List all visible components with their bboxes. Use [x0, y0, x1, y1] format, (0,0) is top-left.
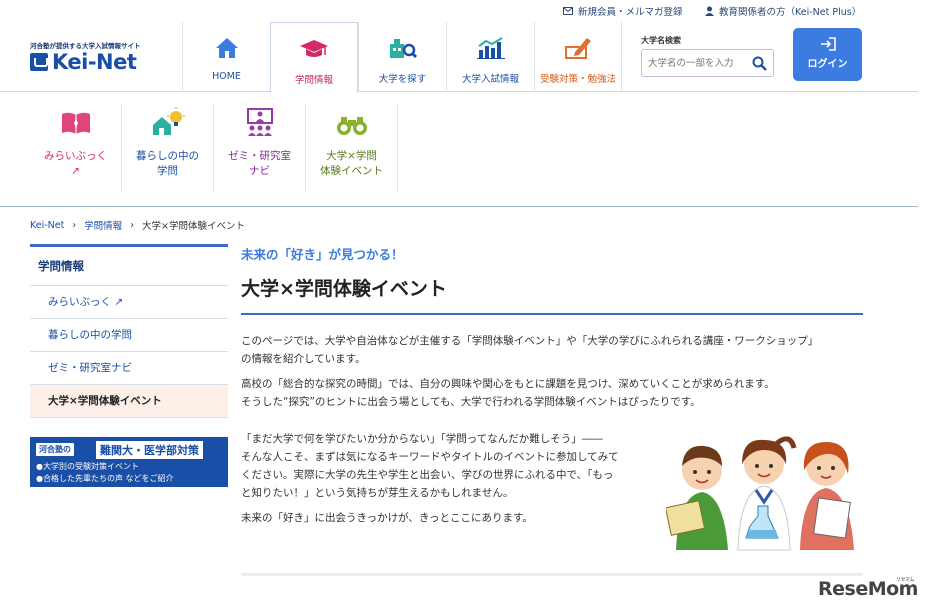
binoculars-icon — [336, 117, 367, 135]
banner-title: 難関大・医学部対策 — [96, 441, 203, 459]
seminar-icon — [246, 108, 273, 136]
banner-line2: ●合格した先輩たちの声 などをご紹介 — [36, 474, 174, 483]
subnav-seminar[interactable]: ゼミ・研究室 ナビ — [214, 103, 306, 191]
closing-paragraph: 未来の「好き」に出会うきっかけが、きっとここにあります。 — [241, 512, 533, 524]
utility-bar: 新規会員・メルマガ登録 教育関係者の方（Kei-Net Plus） — [0, 0, 927, 22]
sidebar-item-label: 暮らしの中の学問 — [48, 329, 132, 341]
chevron-right-icon: › — [130, 219, 134, 231]
subnav-seminar-line1: ゼミ・研究室 — [228, 150, 291, 162]
nav-exam-prep[interactable]: 受験対策・勉強法 — [534, 22, 622, 92]
subnav-miraibook[interactable]: みらいぶっく ↗ — [30, 103, 122, 191]
breadcrumb-current: 大学×学問体験イベント — [142, 221, 245, 232]
sidebar-item-event[interactable]: 大学×学問体験イベント — [30, 385, 228, 418]
subnav-kurashi[interactable]: 暮らしの中の 学問 — [122, 103, 214, 191]
encourage-line2: そんな人こそ、まずは気になるキーワードやタイトルのイベントに参加してみて — [241, 451, 619, 463]
sidebar-item-kurashi[interactable]: 暮らしの中の学問 — [30, 319, 228, 352]
breadcrumb-gakumon[interactable]: 学問情報 — [84, 218, 122, 232]
mortarboard-icon — [300, 40, 328, 57]
nav-find-university-label: 大学を探す — [378, 74, 427, 85]
page-title: 大学×学問体験イベント — [241, 274, 863, 315]
external-link-icon: ↗ — [114, 296, 124, 308]
tankyu-line2: そうした“探究”のヒントに出会う場としても、大学で行われる学問体験イベントはぴっ… — [241, 396, 701, 408]
main-nav: HOME 学問情報 大学を探す 大学入試情報 受験対策・勉強法 — [182, 22, 622, 93]
nav-home-label: HOME — [212, 71, 241, 82]
sidebar-item-seminar[interactable]: ゼミ・研究室ナビ — [30, 352, 228, 385]
tankyu-paragraph: 高校の「総合的な探究の時間」では、自分の興味や関心をもとに課題を見つけ、深めてい… — [241, 375, 863, 411]
register-label: 新規会員・メルマガ登録 — [578, 7, 683, 18]
encourage-paragraph: 「まだ大学で何を学びたいか分からない」「学問ってなんだか難しそう」―― そんな人… — [241, 430, 641, 502]
watermark-small: リセマム — [896, 577, 915, 583]
site-header: 河合塾が提供する大学入試情報サイト Kei-Net HOME 学問情報 大学を探… — [0, 22, 918, 93]
sidebar-heading[interactable]: 学問情報 — [30, 244, 228, 286]
main-content: 未来の「好き」が見つかる！ 大学×学問体験イベント このページでは、大学や自治体… — [241, 244, 863, 551]
nav-exam-info-label: 大学入試情報 — [461, 74, 519, 85]
subnav-seminar-line2: ナビ — [249, 165, 270, 177]
banner-tag: 河合塾の — [36, 443, 74, 456]
subnav-kurashi-line2: 学問 — [157, 165, 178, 177]
pencil-icon — [565, 38, 591, 59]
nav-gakumon-label: 学問情報 — [294, 75, 333, 86]
catchphrase: 未来の「好き」が見つかる！ — [241, 247, 404, 262]
search-label: 大学名検索 — [641, 36, 681, 45]
sidebar: 学問情報 みらいぶっく ↗ 暮らしの中の学問 ゼミ・研究室ナビ 大学×学問体験イ… — [30, 244, 228, 418]
login-button[interactable]: ログイン — [793, 28, 862, 81]
encourage-line3: ください。実際に大学の先生や学生と出会い、学びの世界にふれる中で、「もっ — [241, 469, 614, 481]
nav-home[interactable]: HOME — [182, 22, 270, 92]
subnav-event-line1: 大学×学問 — [326, 150, 377, 162]
teachers-label: 教育関係者の方（Kei-Net Plus） — [719, 7, 862, 18]
nankandai-banner[interactable]: 河合塾の 難関大・医学部対策 ●大学別の受験対策イベント ●合格した先輩たちの声… — [30, 437, 228, 487]
intro-line2: の情報を紹介しています。 — [241, 353, 366, 365]
teachers-link[interactable]: 教育関係者の方（Kei-Net Plus） — [705, 4, 861, 18]
encourage-line1: 「まだ大学で何を学びたいか分からない」「学問ってなんだか難しそう」―― — [241, 433, 603, 445]
bar-chart-icon — [476, 37, 505, 59]
search-icon[interactable] — [752, 56, 767, 71]
search-box — [641, 49, 774, 77]
login-label: ログイン — [807, 59, 848, 70]
logo-tagline: 河合塾が提供する大学入試情報サイト — [30, 42, 141, 50]
content-divider — [241, 573, 863, 576]
house-lightbulb-icon — [152, 107, 185, 135]
breadcrumb: Kei-Net › 学問情報 › 大学×学問体験イベント — [30, 218, 245, 233]
house-icon — [215, 38, 238, 58]
sidebar-item-label: 大学×学問体験イベント — [48, 395, 162, 407]
breadcrumb-home[interactable]: Kei-Net — [30, 220, 64, 231]
subnav-event-line2: 体験イベント — [320, 165, 383, 177]
building-search-icon — [389, 39, 417, 59]
external-link-icon: ↗ — [71, 165, 80, 177]
banner-line1: ●大学別の受験対策イベント — [36, 462, 139, 471]
person-icon — [705, 6, 714, 16]
book-icon — [61, 112, 90, 134]
nav-gakumon[interactable]: 学問情報 — [270, 22, 358, 93]
logo-text: Kei-Net — [52, 50, 137, 74]
nav-find-university[interactable]: 大学を探す — [358, 22, 446, 92]
intro-line1: このページでは、大学や自治体などが主催する「学問体験イベント」や「大学の学びにふ… — [241, 335, 819, 347]
register-link[interactable]: 新規会員・メルマガ登録 — [563, 4, 683, 18]
subnav-event[interactable]: 大学×学問 体験イベント — [306, 103, 398, 191]
sidebar-item-miraibook[interactable]: みらいぶっく ↗ — [30, 286, 228, 319]
nav-exam-prep-label: 受験対策・勉強法 — [539, 74, 616, 85]
sub-nav: みらいぶっく ↗ 暮らしの中の 学問 ゼミ・研究室 ナビ 大学×学問 体験イベン… — [0, 93, 918, 207]
encourage-line4: と知りたい！」という気持ちが芽生えるかもしれません。 — [241, 487, 514, 499]
tankyu-line1: 高校の「総合的な探究の時間」では、自分の興味や関心をもとに課題を見つけ、深めてい… — [241, 378, 775, 390]
sidebar-item-label: ゼミ・研究室ナビ — [48, 362, 132, 374]
sidebar-item-label: みらいぶっく — [48, 296, 111, 308]
university-search: 大学名検索 — [641, 35, 774, 77]
nav-exam-info[interactable]: 大学入試情報 — [446, 22, 534, 92]
subnav-miraibook-label: みらいぶっく — [44, 150, 107, 162]
students-experiment-icon — [664, 436, 854, 551]
logo-mark-icon — [30, 53, 48, 71]
mail-icon — [563, 7, 573, 15]
login-icon — [820, 37, 836, 51]
site-logo[interactable]: Kei-Net — [30, 50, 137, 74]
chevron-right-icon: › — [72, 219, 77, 231]
search-input[interactable] — [642, 50, 742, 76]
intro-paragraph: このページでは、大学や自治体などが主催する「学問体験イベント」や「大学の学びにふ… — [241, 332, 863, 368]
encourage-block: 「まだ大学で何を学びたいか分からない」「学問ってなんだか難しそう」―― そんな人… — [241, 430, 641, 527]
students-illustration — [664, 430, 863, 555]
resemom-watermark: ReseMom リセマム — [818, 577, 918, 600]
subnav-kurashi-line1: 暮らしの中の — [136, 150, 199, 162]
